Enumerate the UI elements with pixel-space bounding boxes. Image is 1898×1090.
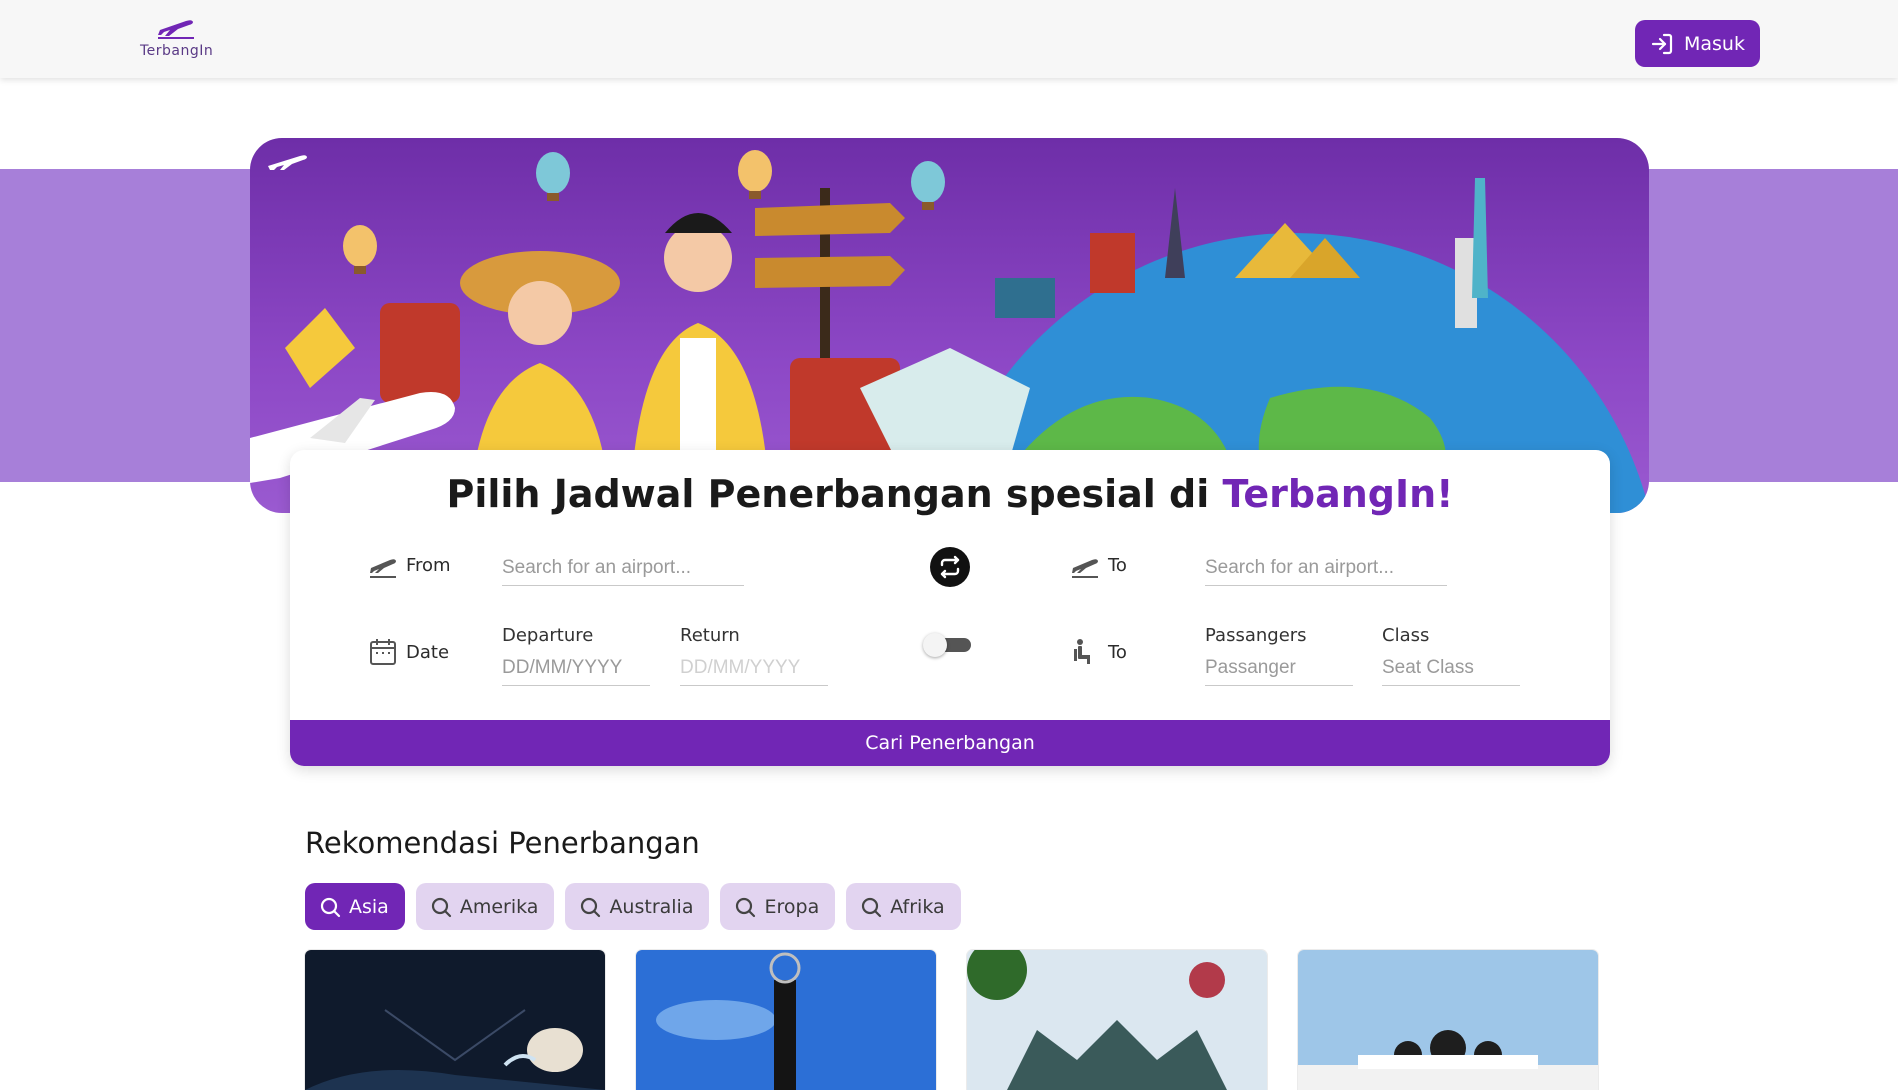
passengers-field[interactable] <box>1205 653 1353 686</box>
filter-chip-label: Amerika <box>459 895 539 918</box>
login-label: Masuk <box>1684 32 1745 55</box>
search-icon <box>320 897 341 917</box>
passengers-label: Passangers <box>1205 625 1307 646</box>
airplane-takeoff-icon <box>1072 559 1098 578</box>
seat-label-text: To <box>1108 641 1127 663</box>
search-title: Pilih Jadwal Penerbangan spesial di Terb… <box>290 472 1610 516</box>
from-field[interactable] <box>502 553 744 586</box>
airplane-takeoff-icon <box>370 559 396 578</box>
return-label: Return <box>680 625 740 646</box>
to-input[interactable] <box>1205 553 1447 585</box>
destination-image <box>636 950 936 1090</box>
date-label-text: Date <box>406 641 450 663</box>
swap-destination-button[interactable] <box>930 547 970 587</box>
logo[interactable]: TerbangIn <box>138 14 214 64</box>
from-input[interactable] <box>502 553 744 585</box>
departure-field[interactable] <box>502 653 650 686</box>
destination-image <box>1298 950 1598 1090</box>
logo-text: TerbangIn <box>140 43 214 59</box>
flight-search-card: Pilih Jadwal Penerbangan spesial di Terb… <box>290 450 1610 766</box>
filter-chip-label: Asia <box>349 895 389 918</box>
to-label-text: To <box>1108 554 1127 576</box>
to-label: To <box>1070 550 1127 580</box>
login-arrow-icon <box>1651 33 1673 54</box>
to-field[interactable] <box>1205 553 1447 586</box>
round-trip-toggle[interactable] <box>923 633 971 657</box>
filter-chip-label: Australia <box>609 895 694 918</box>
return-field[interactable] <box>680 653 828 686</box>
search-icon <box>862 897 882 917</box>
destination-image <box>305 950 605 1090</box>
filter-chip-asia[interactable]: Asia <box>305 883 405 930</box>
return-input[interactable] <box>680 653 828 685</box>
search-flights-label: Cari Penerbangan <box>865 732 1035 754</box>
from-label-text: From <box>406 554 451 576</box>
class-field[interactable] <box>1382 653 1520 686</box>
destination-image <box>967 950 1267 1090</box>
departure-label: Departure <box>502 625 594 646</box>
from-label: From <box>368 550 451 580</box>
calendar-icon <box>370 639 396 665</box>
seat-label: To <box>1070 637 1127 667</box>
departure-input[interactable] <box>502 653 650 685</box>
seat-icon <box>1074 639 1090 664</box>
destination-card[interactable] <box>967 950 1267 1090</box>
destination-card[interactable] <box>305 950 605 1090</box>
destination-card[interactable] <box>1298 950 1598 1090</box>
filter-chip-label: Eropa <box>764 895 820 918</box>
search-flights-button[interactable]: Cari Penerbangan <box>290 720 1610 766</box>
search-icon <box>581 897 601 917</box>
toggle-knob <box>923 633 947 657</box>
airplane-takeoff-icon <box>158 20 194 39</box>
airplane-icon <box>268 155 307 170</box>
filter-chip-afrika[interactable]: Afrika <box>846 883 961 930</box>
search-title-text: Pilih Jadwal Penerbangan spesial di <box>446 472 1223 516</box>
filter-chip-eropa[interactable]: Eropa <box>720 883 836 930</box>
swap-arrows-icon <box>940 555 960 579</box>
search-icon <box>736 897 756 917</box>
passengers-input[interactable] <box>1205 653 1353 685</box>
filter-chip-label: Afrika <box>890 895 945 918</box>
class-label: Class <box>1382 625 1430 646</box>
filter-chip-amerika[interactable]: Amerika <box>415 883 555 930</box>
filter-chip-australia[interactable]: Australia <box>565 883 710 930</box>
search-title-brand: TerbangIn! <box>1222 472 1454 516</box>
recommendations-title: Rekomendasi Penerbangan <box>305 826 700 860</box>
search-icon <box>431 897 451 917</box>
login-button[interactable]: Masuk <box>1635 20 1760 67</box>
destination-card[interactable] <box>636 950 936 1090</box>
class-input[interactable] <box>1382 653 1520 685</box>
continent-filter-chips: Asia Amerika Australia Eropa Afrika <box>305 883 961 930</box>
date-label: Date <box>368 637 449 667</box>
destination-cards <box>305 950 1598 1090</box>
top-navigation-bar: TerbangIn Masuk <box>0 0 1898 78</box>
